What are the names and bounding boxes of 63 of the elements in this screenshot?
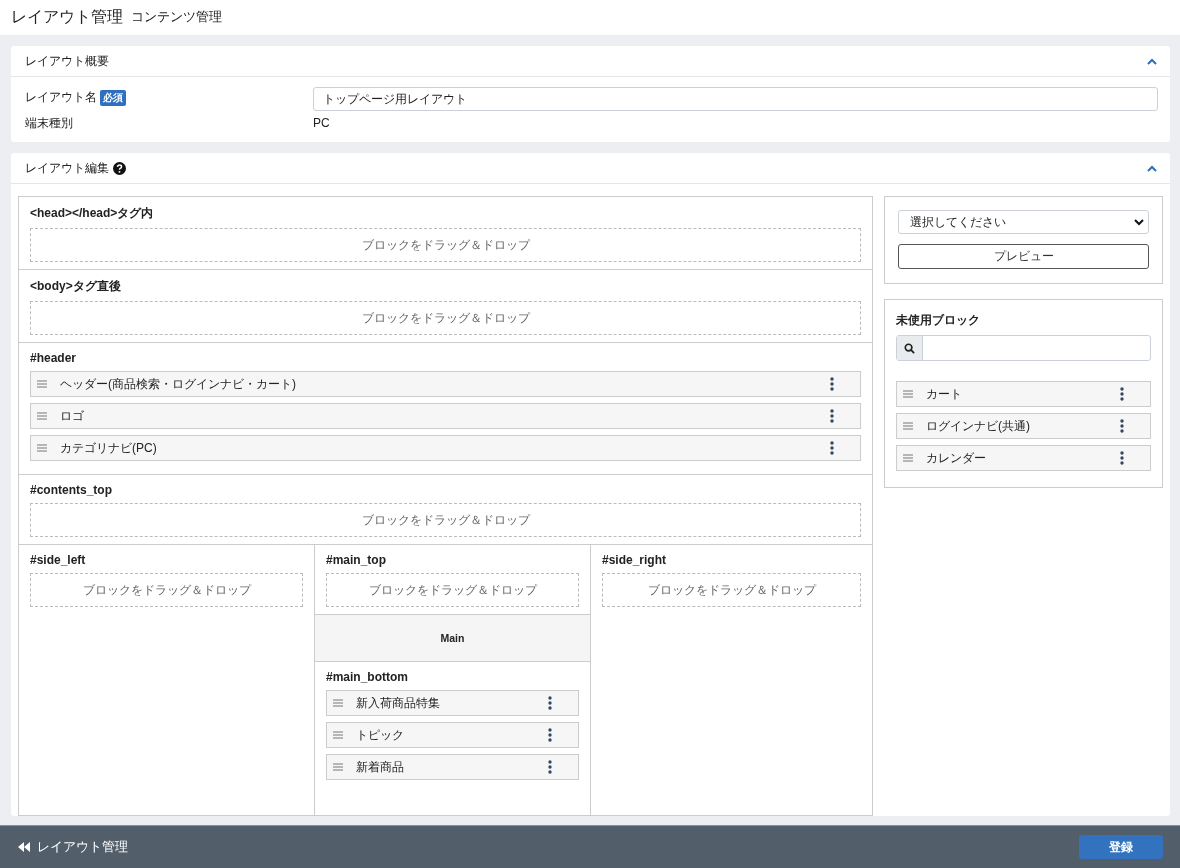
block-item[interactable]: 新着商品: [326, 754, 579, 780]
block-item[interactable]: ログインナビ(共通): [896, 413, 1151, 439]
page-subtitle: コンテンツ管理: [131, 9, 222, 26]
chevron-up-icon[interactable]: [1147, 57, 1157, 65]
card-title: レイアウト概要: [25, 52, 109, 70]
more-options-icon[interactable]: [830, 409, 834, 423]
chevron-down-icon: [1134, 218, 1144, 226]
drop-zone[interactable]: ブロックをドラッグ＆ドロップ: [326, 573, 579, 607]
area-title: <body>タグ直後: [30, 278, 122, 295]
drag-handle-icon[interactable]: [333, 763, 343, 771]
device-value: PC: [313, 115, 330, 130]
drop-zone[interactable]: ブロックをドラッグ＆ドロップ: [30, 228, 861, 262]
area-title: #side_right: [602, 553, 668, 567]
double-arrow-left-icon: [18, 842, 30, 852]
chevron-up-icon[interactable]: [1147, 164, 1157, 172]
drag-handle-icon[interactable]: [37, 380, 47, 388]
page-select[interactable]: 選択してください: [898, 210, 1149, 234]
field-label: 端末種別: [25, 115, 73, 132]
drag-handle-icon[interactable]: [37, 412, 47, 420]
block-item[interactable]: カテゴリナビ(PC): [30, 435, 861, 461]
drop-zone[interactable]: ブロックをドラッグ＆ドロップ: [602, 573, 861, 607]
area-title: Main: [440, 632, 465, 644]
card-title: レイアウト編集: [25, 159, 109, 177]
drag-handle-icon[interactable]: [903, 454, 913, 462]
required-badge: 必須: [100, 89, 126, 106]
page-title: レイアウト管理: [11, 7, 123, 27]
block-item[interactable]: 新入荷商品特集: [326, 690, 579, 716]
search-field[interactable]: [896, 335, 1151, 361]
drop-zone[interactable]: ブロックをドラッグ＆ドロップ: [30, 301, 861, 335]
layout-name-input[interactable]: トップページ用レイアウト: [313, 87, 1158, 111]
more-options-icon[interactable]: [1120, 387, 1124, 401]
more-options-icon[interactable]: [548, 728, 552, 742]
block-item[interactable]: カレンダー: [896, 445, 1151, 471]
more-options-icon[interactable]: [830, 377, 834, 391]
field-label: レイアウト名: [25, 89, 97, 106]
drag-handle-icon[interactable]: [333, 699, 343, 707]
more-options-icon[interactable]: [548, 696, 552, 710]
drag-handle-icon[interactable]: [333, 731, 343, 739]
drop-zone[interactable]: ブロックをドラッグ＆ドロップ: [30, 573, 303, 607]
block-item[interactable]: トピック: [326, 722, 579, 748]
area-title: #main_bottom: [326, 670, 409, 684]
more-options-icon[interactable]: [1120, 451, 1124, 465]
block-item[interactable]: ロゴ: [30, 403, 861, 429]
more-options-icon[interactable]: [1120, 419, 1124, 433]
area-title: #main_top: [326, 553, 387, 567]
back-link[interactable]: レイアウト管理: [18, 838, 128, 856]
drag-handle-icon[interactable]: [37, 444, 47, 452]
block-item[interactable]: ヘッダー(商品検索・ログインナビ・カート): [30, 371, 861, 397]
more-options-icon[interactable]: [830, 441, 834, 455]
area-title: #header: [30, 351, 78, 365]
drop-zone[interactable]: ブロックをドラッグ＆ドロップ: [30, 503, 861, 537]
more-options-icon[interactable]: [548, 760, 552, 774]
help-icon[interactable]: [113, 161, 126, 175]
panel-title: 未使用ブロック: [896, 312, 981, 329]
area-title: #contents_top: [30, 483, 113, 497]
block-item[interactable]: カート: [896, 381, 1151, 407]
area-title: <head></head>タグ内: [30, 205, 155, 222]
save-button[interactable]: 登録: [1079, 835, 1163, 859]
search-icon: [904, 342, 915, 354]
area-title: #side_left: [30, 553, 87, 567]
drag-handle-icon[interactable]: [903, 390, 913, 398]
preview-button[interactable]: プレビュー: [898, 244, 1149, 269]
drag-handle-icon[interactable]: [903, 422, 913, 430]
